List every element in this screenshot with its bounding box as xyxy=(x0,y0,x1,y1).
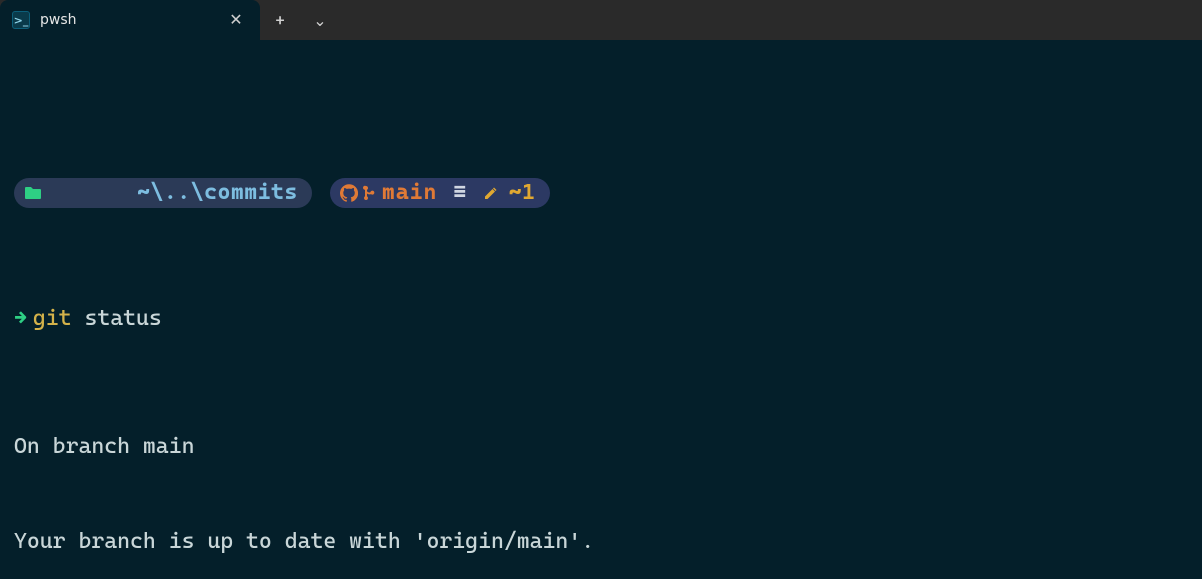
sync-equiv-icon: ≡ xyxy=(453,177,466,209)
output-line: On branch main xyxy=(14,431,1188,463)
tab-dropdown-button[interactable]: ⌄ xyxy=(300,0,340,40)
new-tab-button[interactable]: + xyxy=(260,0,300,40)
titlebar-actions: + ⌄ xyxy=(260,0,340,40)
modified-count: ~1 xyxy=(509,177,536,209)
git-pill: main ≡ ~1 xyxy=(330,178,550,208)
tab-title: pwsh xyxy=(40,12,216,28)
github-icon xyxy=(340,184,358,202)
terminal-pane[interactable]: ~\..\commits main ≡ ~1 →git status On br… xyxy=(0,40,1202,579)
pencil-icon xyxy=(483,185,499,201)
branch-icon xyxy=(362,184,376,202)
path-pill: ~\..\commits xyxy=(14,178,312,208)
close-tab-button[interactable]: ✕ xyxy=(226,10,246,30)
powershell-icon: >_ xyxy=(12,11,30,29)
folder-icon xyxy=(24,122,131,264)
output-line: Your branch is up to date with 'origin/m… xyxy=(14,526,1188,558)
command-keyword: git xyxy=(33,306,72,331)
branch-text: main xyxy=(382,177,438,209)
tab-pwsh[interactable]: >_ pwsh ✕ xyxy=(0,0,260,40)
window-titlebar: >_ pwsh ✕ + ⌄ xyxy=(0,0,1202,40)
prompt-status-row: ~\..\commits main ≡ ~1 xyxy=(14,178,1188,208)
command-args: status xyxy=(72,306,162,331)
command-line: →git status xyxy=(14,303,1188,335)
path-text: ~\..\commits xyxy=(137,177,298,209)
prompt-arrow-icon: → xyxy=(14,306,27,331)
